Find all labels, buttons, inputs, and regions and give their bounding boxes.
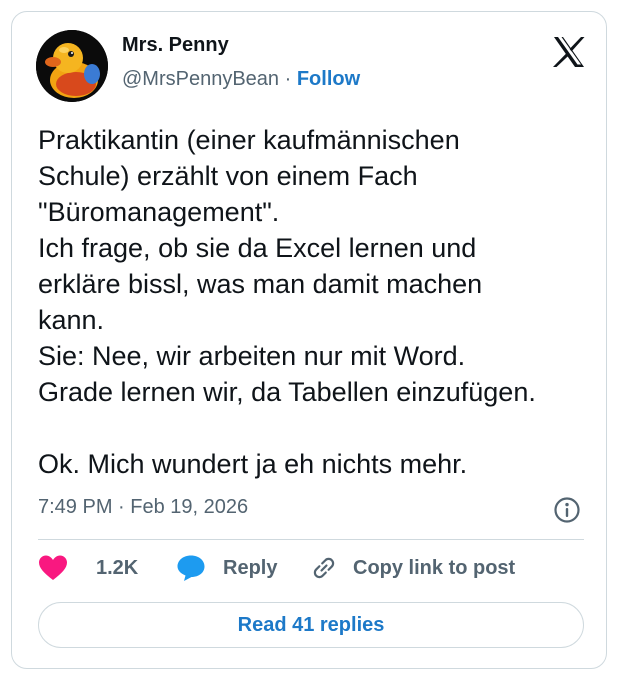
handle-row: @MrsPennyBean · Follow: [122, 68, 360, 91]
read-replies-button[interactable]: Read 41 replies: [38, 602, 584, 648]
info-icon[interactable]: [553, 496, 581, 524]
divider: [38, 539, 584, 540]
tweet-line: Praktikantin (einer kaufmännischen: [38, 125, 460, 155]
tweet-text: Praktikantin (einer kaufmännischen Schul…: [38, 122, 598, 482]
heart-icon: [39, 555, 67, 580]
avatar[interactable]: [36, 30, 108, 102]
tweet-line: Grade lernen wir, da Tabellen einzufügen…: [38, 377, 536, 407]
reply-label: Reply: [223, 556, 278, 579]
meta-separator: ·: [112, 496, 131, 518]
x-logo-icon[interactable]: [552, 36, 586, 68]
reply-button[interactable]: Reply: [176, 552, 277, 584]
link-icon: [313, 557, 335, 579]
rubber-duck-icon: [36, 30, 108, 102]
author-handle[interactable]: @MrsPennyBean: [122, 68, 279, 90]
read-replies-label: Read 41 replies: [237, 613, 385, 636]
tweet-line: Ok. Mich wundert ja eh nichts mehr.: [38, 449, 468, 479]
copy-link-label: Copy link to post: [353, 556, 516, 579]
follow-button[interactable]: Follow: [297, 68, 360, 90]
like-count: 1.2K: [96, 556, 139, 579]
tweet-time: 7:49 PM: [38, 496, 113, 518]
copy-link-button[interactable]: Copy link to post: [310, 552, 515, 584]
reply-bubble-icon: [177, 555, 205, 581]
tweet-line: "Büromanagement".: [38, 197, 280, 227]
tweet-card: Mrs. Penny @MrsPennyBean · Follow Prakti…: [11, 11, 607, 669]
tweet-line: Sie: Nee, wir arbeiten nur mit Word.: [38, 341, 466, 371]
tweet-line: erkläre bissl, was man damit machen: [38, 269, 483, 299]
tweet-date: Feb 19, 2026: [130, 496, 249, 518]
author-name[interactable]: Mrs. Penny: [122, 34, 229, 57]
tweet-line: Schule) erzählt von einem Fach: [38, 161, 418, 191]
tweet-line: Ich frage, ob sie da Excel lernen und: [38, 233, 477, 263]
tweet-line: kann.: [38, 305, 105, 335]
like-button[interactable]: 1.2K: [38, 552, 138, 584]
handle-separator: ·: [279, 68, 297, 90]
timestamp[interactable]: 7:49 PM · Feb 19, 2026: [38, 496, 248, 519]
